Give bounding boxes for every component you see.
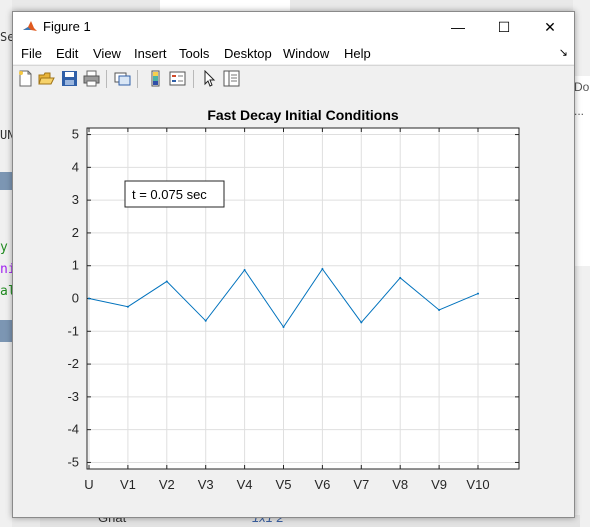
data-point	[165, 280, 168, 283]
y-tick-label: -3	[67, 389, 79, 404]
menu-insert[interactable]: Insert	[134, 46, 167, 61]
dock-icon[interactable]: ↘	[559, 46, 568, 59]
x-tick-label: V1	[120, 477, 136, 492]
menu-bar: File Edit View Insert Tools Desktop Wind…	[13, 42, 574, 64]
background-right-text: ...	[574, 104, 585, 118]
menu-view[interactable]: View	[93, 46, 121, 61]
y-tick-label: 0	[72, 291, 79, 306]
data-point	[399, 276, 402, 279]
insert-legend-icon[interactable]	[169, 70, 186, 87]
open-file-icon[interactable]	[38, 70, 55, 87]
menu-help[interactable]: Help	[344, 46, 371, 61]
figure-window: Figure 1 — ☐ ✕ File Edit View Insert Too…	[12, 11, 575, 518]
link-plot-icon[interactable]	[114, 70, 131, 87]
data-point	[282, 326, 285, 329]
maximize-button[interactable]: ☐	[481, 12, 527, 42]
x-tick-label: V5	[276, 477, 292, 492]
matlab-logo-icon	[22, 19, 38, 35]
data-point	[360, 321, 363, 324]
data-point	[477, 292, 479, 295]
x-tick-label: V2	[159, 477, 175, 492]
y-tick-label: -2	[67, 356, 79, 371]
chart-title: Fast Decay Initial Conditions	[207, 107, 399, 123]
background-right-text: Do	[574, 80, 590, 94]
minimize-button[interactable]: —	[435, 12, 481, 42]
annotation-text: t = 0.075 sec	[132, 187, 207, 202]
insert-colorbar-icon[interactable]	[147, 70, 164, 87]
x-tick-label: V8	[392, 477, 408, 492]
property-inspector-icon[interactable]	[223, 70, 240, 87]
menu-file[interactable]: File	[21, 46, 42, 61]
toolbar-separator	[137, 70, 138, 88]
annotation-box[interactable]: t = 0.075 sec	[124, 180, 225, 208]
menu-edit[interactable]: Edit	[56, 46, 78, 61]
x-tick-label: V9	[431, 477, 447, 492]
y-tick-label: 4	[72, 159, 79, 174]
data-point	[243, 268, 246, 271]
data-point	[438, 308, 441, 311]
x-tick-label: V7	[353, 477, 369, 492]
x-tick-label: V4	[237, 477, 253, 492]
x-tick-label: V6	[314, 477, 330, 492]
background-selection-bar-2	[0, 320, 12, 342]
y-tick-label: 1	[72, 258, 79, 273]
y-tick-label: 5	[72, 127, 79, 142]
toolbar-separator	[193, 70, 194, 88]
title-bar[interactable]: Figure 1 — ☐ ✕	[13, 12, 574, 42]
window-title: Figure 1	[43, 19, 91, 34]
y-tick-label: 3	[72, 192, 79, 207]
close-button[interactable]: ✕	[527, 12, 573, 42]
print-icon[interactable]	[83, 70, 100, 87]
save-icon[interactable]	[61, 70, 78, 87]
y-tick-label: -1	[67, 323, 79, 338]
background-selection-bar	[0, 172, 12, 190]
toolbar-separator	[106, 70, 107, 88]
x-tick-label: U	[84, 477, 93, 492]
x-tick-label: V10	[466, 477, 489, 492]
data-point	[88, 297, 90, 300]
figure-toolbar	[13, 65, 574, 93]
data-point	[321, 267, 324, 270]
menu-tools[interactable]: Tools	[179, 46, 209, 61]
figure-canvas: 5 4 3 2 1 0 -1 -2 -3 -4 -5 U V1 V2 V3 V4 V5 V6 V7 V8 V9 V10 F…	[13, 92, 574, 517]
pointer-icon[interactable]	[201, 69, 218, 87]
y-tick-label: 2	[72, 225, 79, 240]
x-tick-label: V3	[198, 477, 214, 492]
line-chart[interactable]: 5 4 3 2 1 0 -1 -2 -3 -4 -5 U V1 V2 V3 V4 V5 V6 V7 V8 V9 V10 F…	[13, 92, 574, 517]
data-point	[204, 319, 207, 322]
new-figure-icon[interactable]	[17, 70, 34, 87]
menu-window[interactable]: Window	[283, 46, 329, 61]
y-tick-label: -4	[67, 422, 79, 437]
y-tick-label: -5	[67, 454, 79, 469]
data-point	[126, 305, 129, 308]
menu-desktop[interactable]: Desktop	[224, 46, 272, 61]
